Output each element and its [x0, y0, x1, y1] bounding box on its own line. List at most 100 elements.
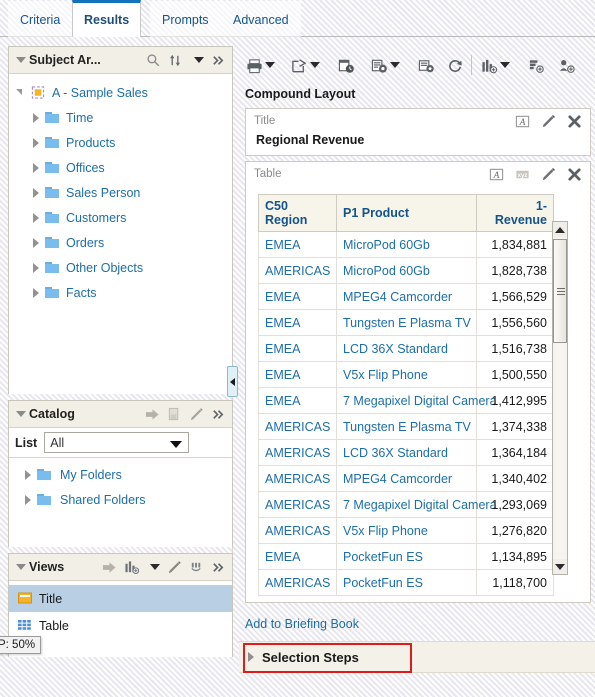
cell-product[interactable]: Tungsten E Plasma TV — [336, 413, 477, 440]
cell-region[interactable]: EMEA — [258, 543, 337, 570]
search-icon[interactable] — [146, 53, 161, 68]
cell-region[interactable]: AMERICAS — [258, 569, 337, 596]
cell-region[interactable]: AMERICAS — [258, 491, 337, 518]
cell-region[interactable]: AMERICAS — [258, 413, 337, 440]
collapse-twisty-icon[interactable] — [15, 55, 26, 66]
export-icon[interactable] — [291, 58, 307, 73]
duplicate-icon[interactable] — [189, 560, 204, 575]
table-row[interactable]: AMERICAS 7 Megapixel Digital Camera 1,293,… — [258, 491, 554, 518]
cell-product[interactable]: LCD 36X Standard — [336, 439, 477, 466]
new-view-icon[interactable] — [481, 58, 498, 73]
expand-arrow-icon[interactable] — [21, 468, 34, 481]
preview-caret-icon[interactable] — [390, 62, 400, 68]
preview-icon[interactable] — [371, 58, 387, 73]
refresh-button[interactable] — [444, 50, 465, 80]
add-icon[interactable] — [145, 407, 160, 422]
print-caret-icon[interactable] — [265, 62, 275, 68]
expand-arrow-icon[interactable] — [29, 111, 42, 124]
cell-region[interactable]: EMEA — [258, 387, 337, 414]
cell-region[interactable]: AMERICAS — [258, 439, 337, 466]
cell-region[interactable]: EMEA — [258, 361, 337, 388]
tab-results[interactable]: Results — [72, 0, 142, 37]
sort-dropdown-caret-icon[interactable] — [194, 57, 204, 63]
collapse-twisty-icon[interactable] — [15, 409, 26, 420]
catalog-header[interactable]: Catalog — [9, 401, 232, 428]
sidebar-item-sales-person[interactable]: Sales Person — [9, 180, 232, 205]
expand-arrow-icon[interactable] — [29, 261, 42, 274]
table-row[interactable]: AMERICAS LCD 36X Standard 1,364,184 — [258, 439, 554, 466]
expand-arrow-icon[interactable] — [245, 651, 257, 663]
tab-advanced[interactable]: Advanced — [221, 1, 301, 37]
column-header-product[interactable]: P1 Product — [336, 194, 477, 232]
edit-icon[interactable] — [541, 114, 556, 129]
new-view-caret-icon[interactable] — [500, 62, 510, 68]
new-view-icon[interactable] — [124, 560, 140, 575]
view-item-title[interactable]: Title — [9, 585, 232, 612]
refresh-icon[interactable] — [447, 58, 462, 73]
expand-arrow-icon[interactable] — [15, 86, 28, 99]
export-caret-icon[interactable] — [310, 62, 320, 68]
cell-product[interactable]: LCD 36X Standard — [336, 335, 477, 362]
expand-chevrons-icon[interactable] — [211, 53, 226, 68]
cell-region[interactable]: AMERICAS — [258, 257, 337, 284]
sidebar-item-customers[interactable]: Customers — [9, 205, 232, 230]
views-header[interactable]: Views — [9, 554, 232, 581]
collapse-twisty-icon[interactable] — [15, 562, 26, 573]
catalog-item-shared-folders[interactable]: Shared Folders — [9, 487, 232, 512]
cell-product[interactable]: V5x Flip Phone — [336, 517, 477, 544]
table-row[interactable]: EMEA LCD 36X Standard 1,516,738 — [258, 335, 554, 362]
expand-arrow-icon[interactable] — [21, 493, 34, 506]
expand-chevrons-icon[interactable] — [211, 407, 226, 422]
cell-product[interactable]: Tungsten E Plasma TV — [336, 309, 477, 336]
table-row[interactable]: EMEA Tungsten E Plasma TV 1,556,560 — [258, 309, 554, 336]
expand-chevrons-icon[interactable] — [211, 560, 226, 575]
expand-arrow-icon[interactable] — [29, 236, 42, 249]
cell-product[interactable]: PocketFun ES — [336, 543, 477, 570]
sidebar-item-offices[interactable]: Offices — [9, 155, 232, 180]
table-row[interactable]: AMERICAS V5x Flip Phone 1,276,820 — [258, 517, 554, 544]
schedule-button[interactable] — [335, 50, 356, 80]
column-header-revenue[interactable]: 1- Revenue — [476, 194, 554, 232]
new-view-dropdown-caret-icon[interactable] — [150, 564, 160, 570]
tab-criteria[interactable]: Criteria — [8, 1, 73, 37]
edit-report-icon[interactable] — [418, 58, 434, 73]
catalog-item-my-folders[interactable]: My Folders — [9, 462, 232, 487]
expand-arrow-icon[interactable] — [29, 161, 42, 174]
selection-steps-section[interactable]: Selection Steps — [239, 641, 595, 673]
edit-report-button[interactable] — [415, 50, 436, 80]
cell-product[interactable]: MicroPod 60Gb — [336, 231, 477, 258]
add-to-briefing-book-link[interactable]: Add to Briefing Book — [239, 608, 595, 641]
expand-arrow-icon[interactable] — [29, 286, 42, 299]
new-view-button[interactable] — [478, 50, 513, 80]
format-icon[interactable]: A — [489, 167, 504, 182]
table-row[interactable]: EMEA MPEG4 Camcorder 1,566,529 — [258, 283, 554, 310]
cell-product[interactable]: PocketFun ES — [336, 569, 477, 596]
cell-product[interactable]: 7 Megapixel Digital Camera — [336, 387, 497, 414]
edit-icon[interactable] — [167, 560, 182, 575]
cell-region[interactable]: EMEA — [258, 283, 337, 310]
table-row[interactable]: AMERICAS MPEG4 Camcorder 1,340,402 — [258, 465, 554, 492]
sidebar-item-orders[interactable]: Orders — [9, 230, 232, 255]
add-icon[interactable] — [102, 560, 117, 575]
cell-product[interactable]: MicroPod 60Gb — [336, 257, 477, 284]
print-icon[interactable] — [246, 58, 262, 73]
preview-button[interactable] — [368, 50, 403, 80]
expand-arrow-icon[interactable] — [29, 211, 42, 224]
export-button[interactable] — [288, 50, 323, 80]
cell-product[interactable]: V5x Flip Phone — [336, 361, 477, 388]
add-group-icon[interactable] — [559, 58, 575, 73]
table-row[interactable]: EMEA V5x Flip Phone 1,500,550 — [258, 361, 554, 388]
cell-product[interactable]: MPEG4 Camcorder — [336, 283, 477, 310]
cell-product[interactable]: 7 Megapixel Digital Camera — [336, 491, 497, 518]
scroll-down-arrow-icon[interactable] — [553, 559, 567, 574]
scroll-up-arrow-icon[interactable] — [553, 222, 567, 237]
cell-region[interactable]: AMERICAS — [258, 465, 337, 492]
edit-icon[interactable] — [541, 167, 556, 182]
remove-icon[interactable] — [567, 114, 582, 129]
subject-areas-header[interactable]: Subject Ar... — [9, 47, 232, 74]
expand-arrow-icon[interactable] — [29, 186, 42, 199]
cell-region[interactable]: AMERICAS — [258, 517, 337, 544]
xyz-icon[interactable]: xyz — [515, 167, 530, 182]
format-icon[interactable]: A — [515, 114, 530, 129]
sidebar-item-time[interactable]: Time — [9, 105, 232, 130]
